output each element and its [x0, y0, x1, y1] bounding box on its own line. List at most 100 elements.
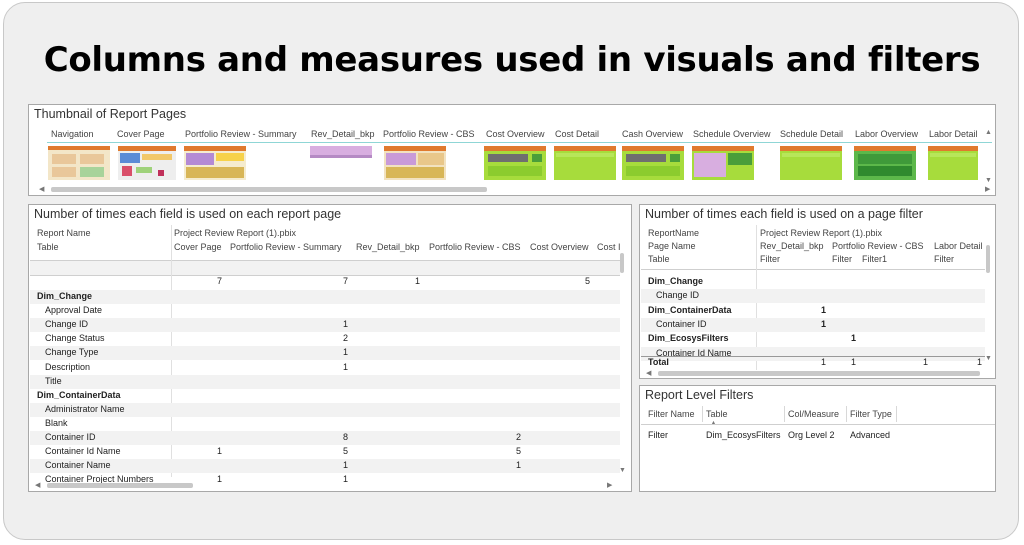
usage-row-band	[30, 374, 620, 389]
usage-field-name: Container ID	[45, 432, 96, 442]
filters-page-rev-detail[interactable]: Rev_Detail_bkp	[760, 241, 824, 251]
rlf-header-col-divider-1	[702, 406, 703, 422]
usage-row-band	[30, 290, 620, 304]
usage-count-cell: 8	[342, 432, 348, 442]
thumb-portfolio-summary[interactable]	[184, 146, 246, 180]
rlf-col-filter-name[interactable]: Filter Name	[648, 409, 695, 419]
filter-count-cell: 1	[820, 318, 826, 329]
usage-col-cover-page[interactable]: Cover Page	[174, 242, 222, 252]
thumb-label-cost-overview[interactable]: Cost Overview	[486, 129, 545, 139]
usage-col-portfolio-cbs[interactable]: Portfolio Review - CBS	[429, 242, 521, 252]
thumbnail-panel-title: Thumbnail of Report Pages	[34, 107, 187, 121]
usage-row-band	[30, 459, 620, 474]
thumb-scroll-left-icon[interactable]: ◀	[39, 185, 44, 193]
usage-field-name: Container Id Name	[45, 446, 121, 457]
usage-horizontal-scrollbar[interactable]	[47, 483, 193, 488]
usage-field-name: Container Name	[45, 460, 111, 471]
thumb-label-labor-overview[interactable]: Labor Overview	[855, 129, 918, 139]
thumb-cost-overview[interactable]	[484, 146, 546, 180]
filters-subcol-4: Filter	[934, 254, 954, 264]
rlf-header-col-divider-2	[784, 406, 785, 422]
thumb-label-labor-detail[interactable]: Labor Detail	[929, 129, 978, 139]
report-level-filters-panel: Report Level Filters Filter Name Table ▲…	[639, 385, 996, 492]
thumb-label-cost-detail[interactable]: Cost Detail	[555, 129, 599, 139]
usage-scroll-down-icon[interactable]: ▼	[619, 467, 626, 474]
filter-table-group: Dim_Change	[648, 276, 704, 286]
thumb-label-rev-detail[interactable]: Rev_Detail_bkp	[311, 129, 375, 139]
thumb-label-navigation[interactable]: Navigation	[51, 129, 94, 139]
thumb-horizontal-scrollbar[interactable]	[51, 187, 487, 192]
page-filter-title: Number of times each field is used on a …	[645, 207, 923, 221]
thumb-cost-detail[interactable]	[554, 146, 616, 180]
usage-count-cell: 1	[342, 361, 348, 372]
usage-col-cost-overview[interactable]: Cost Overview	[530, 242, 589, 252]
filters-total-label: Total	[648, 357, 669, 367]
thumb-label-cash-overview[interactable]: Cash Overview	[622, 129, 683, 139]
usage-field-name: Blank	[45, 417, 68, 428]
rlf-header-col-divider-3	[846, 406, 847, 422]
filters-subcol-2: Filter	[832, 254, 852, 264]
filter-field-name: Container ID	[656, 318, 707, 329]
filters-report-name-label: ReportName	[648, 228, 700, 238]
filters-table-label: Table	[648, 254, 670, 264]
thumb-portfolio-cbs[interactable]	[384, 146, 446, 180]
rlf-header-col-divider-4	[896, 406, 897, 422]
usage-count-cell: 1	[216, 474, 222, 485]
thumb-label-cover-page[interactable]: Cover Page	[117, 129, 165, 139]
filters-page-labor-detail[interactable]: Labor Detail	[934, 241, 983, 251]
thumb-label-portfolio-summary[interactable]: Portfolio Review - Summary	[185, 129, 297, 139]
filters-report-name: Project Review Report (1).pbix	[760, 228, 883, 238]
filters-scroll-left-icon[interactable]: ◀	[646, 369, 651, 377]
usage-table-group: Dim_ContainerData	[37, 389, 121, 400]
usage-report-name: Project Review Report (1).pbix	[174, 228, 297, 238]
usage-vertical-scrollbar[interactable]	[620, 253, 624, 273]
thumb-cash-overview[interactable]	[622, 146, 684, 180]
thumb-label-portfolio-cbs[interactable]: Portfolio Review - CBS	[383, 129, 475, 139]
usage-field-name: Title	[45, 375, 62, 386]
usage-col-rev-detail[interactable]: Rev_Detail_bkp	[356, 242, 420, 252]
usage-field-name: Change Type	[45, 347, 99, 358]
thumb-labor-overview[interactable]	[854, 146, 916, 180]
filters-page-portfolio-cbs[interactable]: Portfolio Review - CBS	[832, 241, 924, 251]
thumbnail-header-divider	[47, 142, 992, 143]
thumb-labor-detail[interactable]	[928, 146, 978, 180]
report-level-filters-title: Report Level Filters	[645, 388, 754, 402]
usage-total-cover: 7	[216, 276, 222, 286]
thumb-rev-detail[interactable]	[310, 146, 372, 158]
usage-count-cell: 1	[515, 460, 521, 471]
thumb-navigation[interactable]	[48, 146, 110, 180]
rlf-col-table[interactable]: Table	[706, 409, 728, 419]
rlf-col-measure[interactable]: Col/Measure	[788, 409, 839, 419]
usage-table-label: Table	[37, 242, 59, 252]
filter-table-group: Dim_EcosysFilters	[648, 333, 729, 344]
thumb-schedule-overview[interactable]	[692, 146, 754, 180]
thumb-cover-page[interactable]	[118, 146, 176, 180]
filters-vertical-scrollbar[interactable]	[986, 245, 990, 273]
thumb-scroll-down-icon[interactable]: ▼	[985, 177, 992, 184]
thumb-schedule-detail[interactable]	[780, 146, 842, 180]
rlf-col-filter-type[interactable]: Filter Type	[850, 409, 892, 419]
page-filter-panel: Number of times each field is used on a …	[639, 204, 996, 379]
rlf-row-filter-name: Filter	[648, 430, 668, 440]
thumb-label-schedule-overview[interactable]: Schedule Overview	[693, 129, 771, 139]
filters-horizontal-scrollbar[interactable]	[658, 371, 980, 376]
thumb-scroll-right-icon[interactable]: ▶	[985, 185, 990, 193]
usage-total-cost-overview: 5	[584, 276, 590, 286]
usage-count-cell: 1	[342, 319, 348, 330]
usage-total-rev: 1	[414, 276, 420, 286]
filters-scroll-down-icon[interactable]: ▼	[985, 355, 992, 362]
usage-col-portfolio-summary[interactable]: Portfolio Review - Summary	[230, 242, 342, 252]
usage-count-cell: 1	[342, 460, 348, 471]
usage-report-name-label: Report Name	[37, 228, 91, 238]
filters-total-1: 1	[820, 357, 826, 367]
usage-count-cell: 5	[515, 446, 521, 457]
rlf-header-divider	[641, 424, 995, 425]
usage-row-band	[30, 431, 620, 445]
usage-scroll-left-icon[interactable]: ◀	[35, 481, 40, 489]
filters-total-3: 1	[922, 357, 928, 367]
thumb-label-schedule-detail[interactable]: Schedule Detail	[780, 129, 843, 139]
thumb-scroll-up-icon[interactable]: ▲	[985, 129, 992, 136]
usage-col-cost-detail[interactable]: Cost I	[597, 242, 621, 252]
usage-scroll-right-icon[interactable]: ▶	[607, 481, 612, 489]
filters-header-divider	[641, 269, 985, 270]
